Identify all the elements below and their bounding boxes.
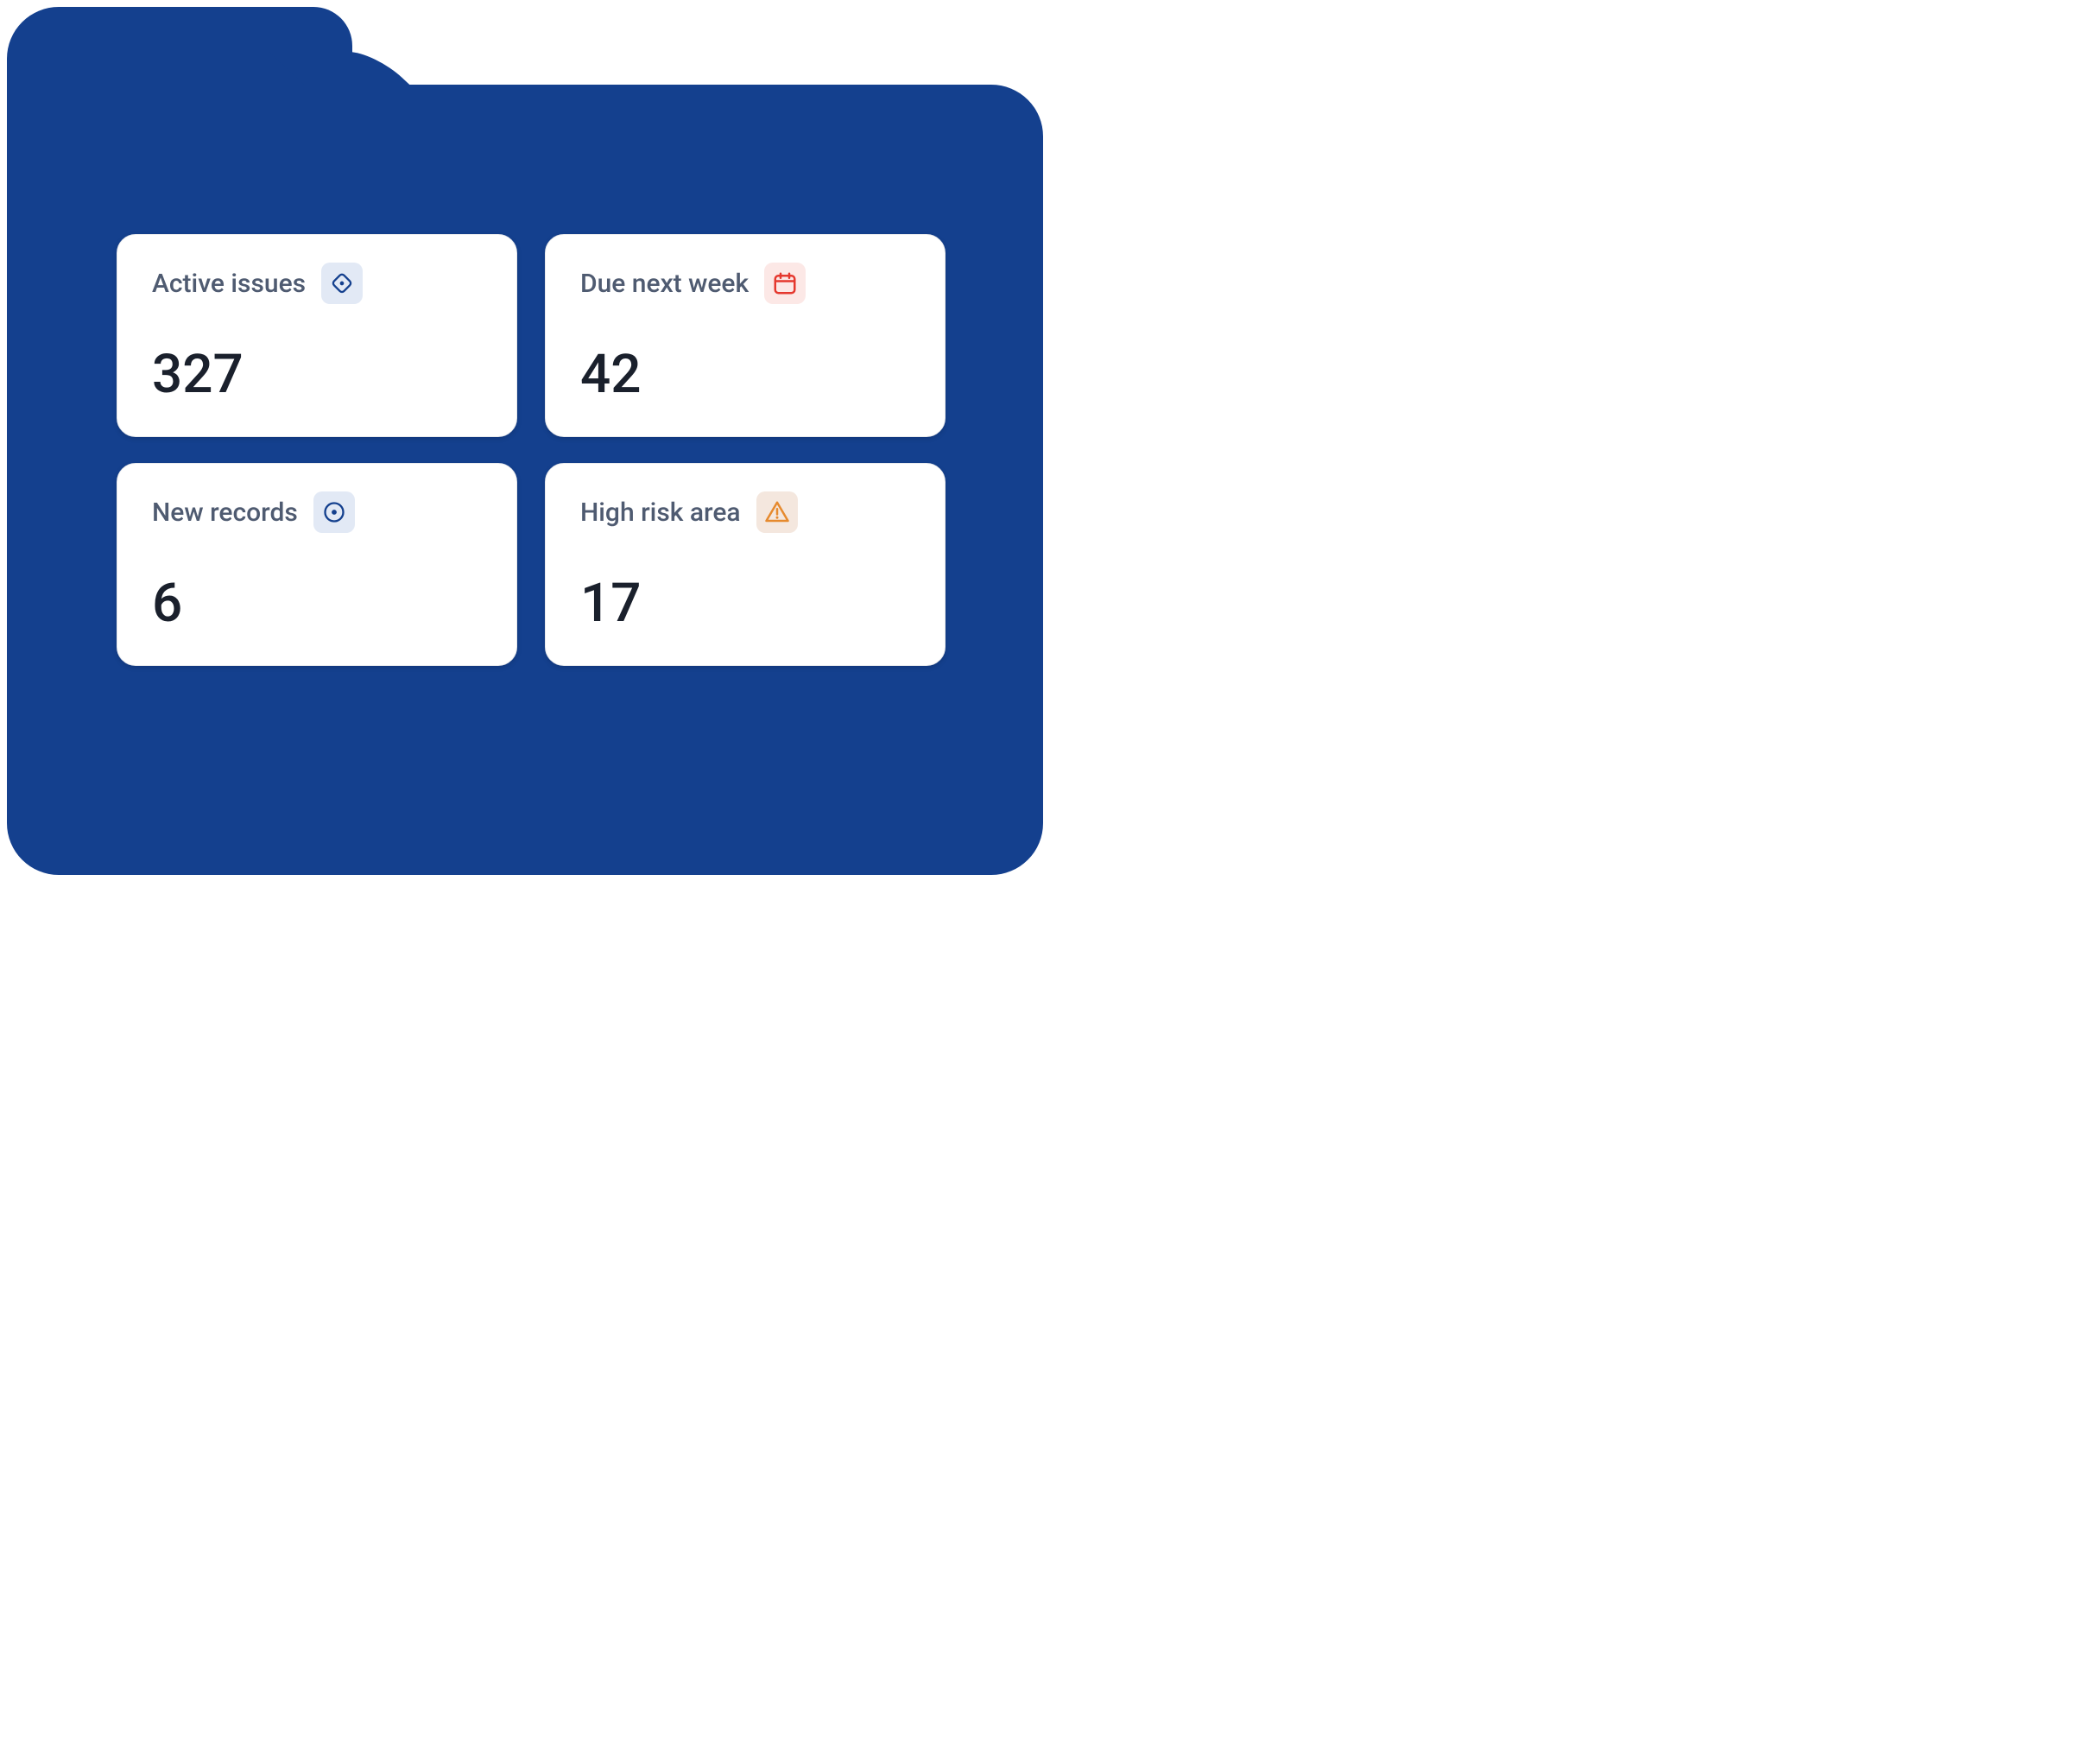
stat-card-due-next-week[interactable]: Due next week 42: [545, 234, 946, 437]
card-header: Active issues: [152, 263, 482, 304]
stat-card-active-issues[interactable]: Active issues 327: [117, 234, 517, 437]
warning-triangle-icon: [756, 491, 798, 533]
stat-card-new-records[interactable]: New records 6: [117, 463, 517, 666]
card-header: Due next week: [580, 263, 910, 304]
card-value: 17: [580, 577, 910, 631]
card-label: New records: [152, 498, 298, 528]
card-label: Due next week: [580, 269, 749, 299]
card-label: High risk area: [580, 498, 741, 528]
diamond-dot-icon: [321, 263, 363, 304]
card-value: 6: [152, 577, 482, 631]
card-value: 327: [152, 348, 482, 402]
cards-grid: Active issues 327 Due next week: [117, 234, 946, 666]
card-header: High risk area: [580, 491, 910, 533]
card-value: 42: [580, 348, 910, 402]
card-label: Active issues: [152, 269, 306, 299]
card-header: New records: [152, 491, 482, 533]
calendar-icon: [764, 263, 806, 304]
folder-container: Active issues 327 Due next week: [7, 7, 1043, 875]
stat-card-high-risk-area[interactable]: High risk area 17: [545, 463, 946, 666]
circle-dot-icon: [313, 491, 355, 533]
